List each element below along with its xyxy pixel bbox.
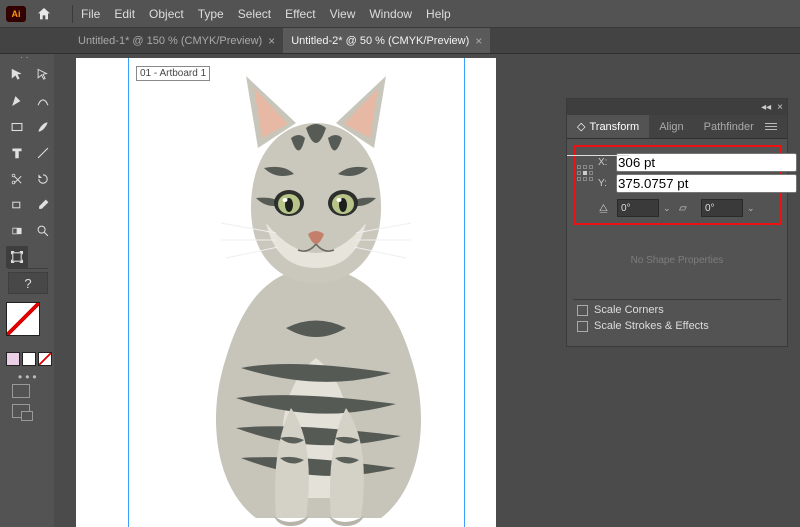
chevron-down-icon[interactable]: ⌄ bbox=[663, 203, 675, 214]
transform-panel: ◂◂ × ◇Transform Align Pathfinder bbox=[566, 98, 788, 347]
scale-corners-option[interactable]: Scale Corners bbox=[577, 304, 781, 316]
close-icon[interactable]: × bbox=[475, 34, 482, 48]
transform-values-highlight: X: W: Y: H: bbox=[573, 145, 781, 225]
document-tabs: Untitled-1* @ 150 % (CMYK/Preview) × Unt… bbox=[0, 28, 800, 54]
canvas[interactable]: 01 - Artboard 1 bbox=[54, 54, 800, 527]
tab-doc-2[interactable]: Untitled-2* @ 50 % (CMYK/Preview) × bbox=[283, 28, 490, 53]
curvature-tool[interactable] bbox=[32, 90, 54, 112]
y-label: Y: bbox=[598, 178, 612, 189]
panel-collapse-icon[interactable]: ◂◂ bbox=[761, 102, 771, 113]
tab-label: Untitled-2* @ 50 % (CMYK/Preview) bbox=[291, 35, 469, 47]
menu-object[interactable]: Object bbox=[149, 7, 184, 21]
direct-selection-tool[interactable] bbox=[32, 64, 54, 86]
type-tool[interactable] bbox=[6, 142, 28, 164]
scale-strokes-label: Scale Strokes & Effects bbox=[594, 320, 709, 332]
rotate-icon: ⧋ bbox=[599, 203, 613, 214]
toolbox: ·· ? ••• bbox=[0, 54, 54, 527]
zoom-tool[interactable] bbox=[32, 220, 54, 242]
line-tool[interactable] bbox=[32, 142, 54, 164]
checkbox-icon[interactable] bbox=[577, 321, 588, 332]
menu-select[interactable]: Select bbox=[238, 7, 271, 21]
tab-label: Untitled-1* @ 150 % (CMYK/Preview) bbox=[78, 35, 262, 47]
selection-tool[interactable] bbox=[6, 64, 28, 86]
tab-align[interactable]: Align bbox=[649, 115, 693, 138]
app-icon: Ai bbox=[6, 6, 26, 22]
close-icon[interactable]: × bbox=[268, 34, 275, 48]
main-menu: File Edit Object Type Select Effect View… bbox=[81, 0, 451, 27]
scale-strokes-option[interactable]: Scale Strokes & Effects bbox=[577, 320, 781, 332]
rotate-input[interactable] bbox=[617, 199, 659, 217]
screen-mode-normal-icon[interactable] bbox=[12, 384, 30, 398]
color-mode-gradient[interactable] bbox=[22, 352, 36, 366]
menu-bar: Ai File Edit Object Type Select Effect V… bbox=[0, 0, 800, 28]
menu-edit[interactable]: Edit bbox=[114, 7, 135, 21]
eyedropper-tool[interactable] bbox=[32, 194, 54, 216]
menu-file[interactable]: File bbox=[81, 7, 100, 21]
checkbox-icon[interactable] bbox=[577, 305, 588, 316]
scissors-tool[interactable] bbox=[6, 168, 28, 190]
unknown-glyph-box[interactable]: ? bbox=[8, 272, 48, 294]
panel-header: ◂◂ × bbox=[567, 99, 787, 115]
shear-icon: ▱ bbox=[679, 203, 697, 214]
artboard-tool[interactable] bbox=[6, 246, 28, 268]
toolbox-more-icon[interactable]: ••• bbox=[18, 370, 40, 384]
pen-tool[interactable] bbox=[6, 90, 28, 112]
shear-input[interactable] bbox=[701, 199, 743, 217]
x-label: X: bbox=[598, 157, 612, 168]
menu-view[interactable]: View bbox=[330, 7, 356, 21]
color-mode-none[interactable] bbox=[38, 352, 52, 366]
tab-transform[interactable]: ◇Transform bbox=[567, 115, 649, 138]
rotate-tool[interactable] bbox=[32, 168, 54, 190]
shape-builder-tool[interactable] bbox=[6, 194, 28, 216]
tab-pathfinder[interactable]: Pathfinder bbox=[694, 115, 764, 138]
x-input[interactable] bbox=[616, 153, 797, 172]
menu-effect[interactable]: Effect bbox=[285, 7, 315, 21]
y-input[interactable] bbox=[616, 174, 797, 193]
home-button[interactable] bbox=[34, 4, 54, 24]
rectangle-tool[interactable] bbox=[6, 116, 28, 138]
fill-swatch[interactable] bbox=[6, 302, 40, 336]
panel-close-icon[interactable]: × bbox=[777, 102, 783, 113]
screen-mode-full-icon[interactable] bbox=[12, 404, 30, 418]
color-mode-color[interactable] bbox=[6, 352, 20, 366]
panel-menu-icon[interactable] bbox=[765, 118, 783, 136]
paintbrush-tool[interactable] bbox=[32, 116, 54, 138]
reference-point-selector[interactable] bbox=[577, 158, 594, 188]
tab-doc-1[interactable]: Untitled-1* @ 150 % (CMYK/Preview) × bbox=[70, 28, 283, 53]
gradient-tool[interactable] bbox=[6, 220, 28, 242]
chevron-down-icon[interactable]: ⌄ bbox=[747, 203, 759, 214]
menu-help[interactable]: Help bbox=[426, 7, 451, 21]
no-shape-properties-label: No Shape Properties bbox=[573, 225, 781, 295]
panel-tabs: ◇Transform Align Pathfinder bbox=[567, 115, 787, 139]
menu-type[interactable]: Type bbox=[198, 7, 224, 21]
artboard[interactable]: 01 - Artboard 1 bbox=[76, 58, 496, 527]
menu-window[interactable]: Window bbox=[369, 7, 412, 21]
guide-line bbox=[128, 58, 129, 527]
artwork-cat[interactable] bbox=[156, 58, 476, 527]
color-mode-row bbox=[6, 352, 52, 366]
toolbox-grip[interactable]: ·· bbox=[20, 52, 31, 63]
scale-corners-label: Scale Corners bbox=[594, 304, 664, 316]
